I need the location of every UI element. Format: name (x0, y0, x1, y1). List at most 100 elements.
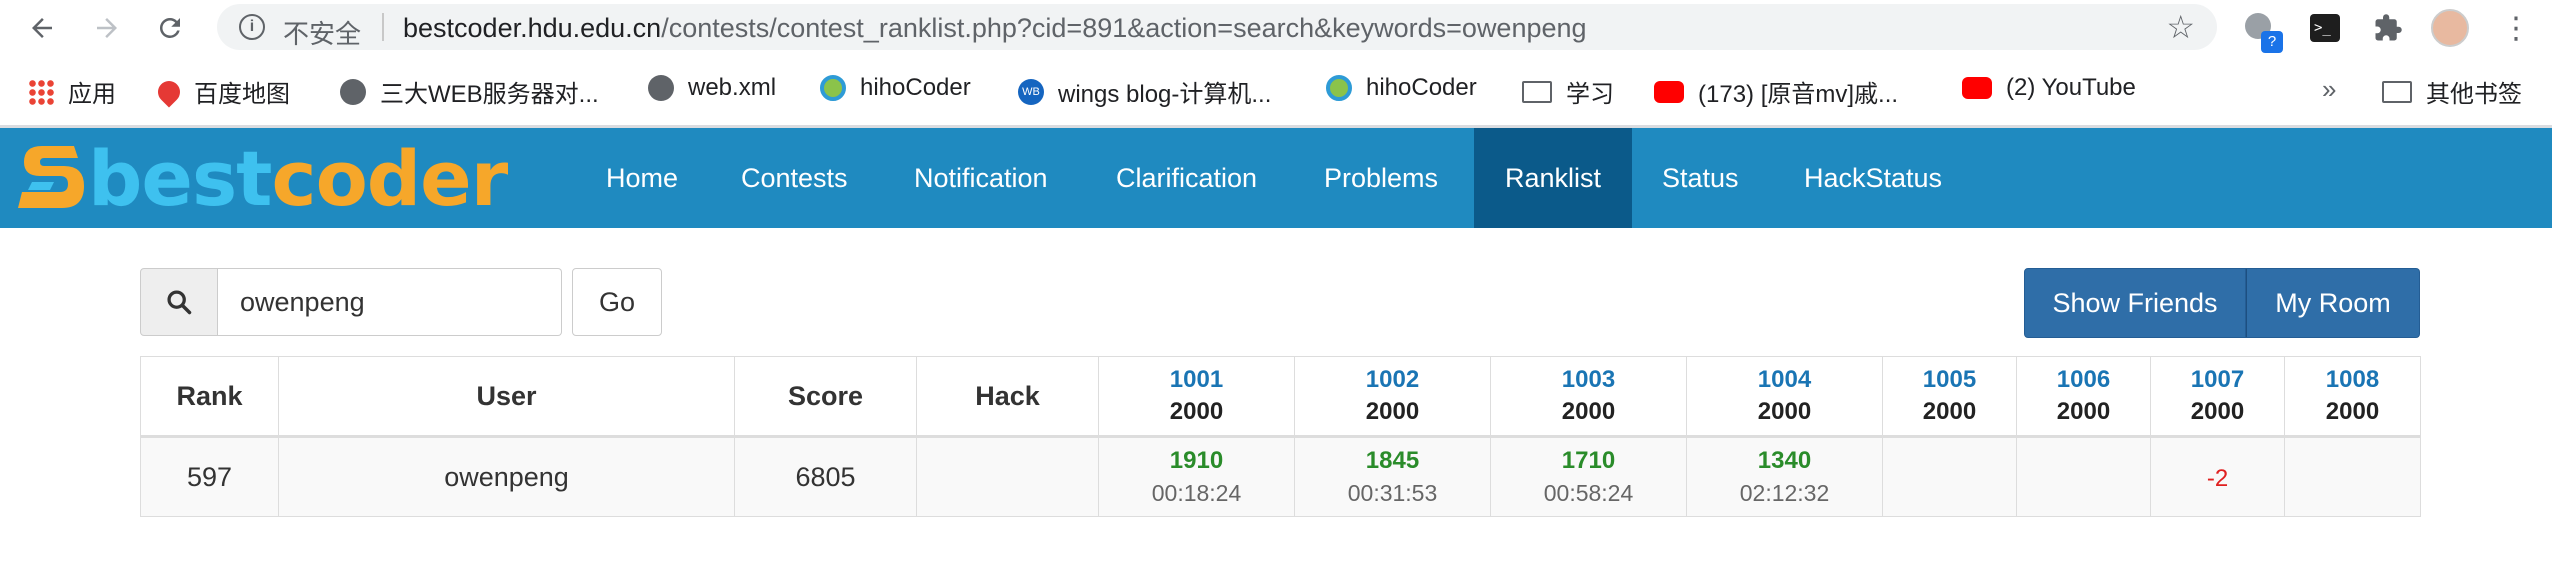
problem-score: 2000 (1561, 398, 1616, 425)
logo-text-best: best (88, 133, 273, 223)
failed-attempts: -2 (2206, 464, 2229, 492)
cell-problem-result: 1340 02:12:32 (1686, 436, 1883, 517)
search-input[interactable] (218, 268, 562, 336)
forward-icon[interactable] (87, 8, 127, 48)
accepted-time: 00:58:24 (1543, 480, 1634, 506)
header-rank: Rank (140, 356, 279, 437)
cell-user[interactable]: owenpeng (278, 436, 735, 517)
url-text[interactable]: bestcoder.hdu.edu.cn/contests/contest_ra… (403, 13, 1587, 44)
bookmark-web-xml[interactable]: web.xml (648, 74, 776, 102)
nav-hackstatus[interactable]: HackStatus (1780, 128, 1966, 228)
logo-text-coder: coder (271, 133, 509, 223)
cell-rank: 597 (140, 436, 279, 517)
header-problem: 1004 2000 (1686, 356, 1883, 437)
problem-score: 2000 (1757, 398, 1812, 425)
bookmark-label: hihoCoder (860, 74, 971, 101)
divider (382, 13, 384, 41)
info-icon[interactable]: i (239, 14, 265, 40)
nav-problems[interactable]: Problems (1300, 128, 1462, 228)
search-group: Go (140, 268, 662, 336)
show-friends-button[interactable]: Show Friends (2024, 268, 2246, 338)
insecure-label: 不安全 (283, 19, 362, 49)
problem-id-link[interactable]: 1004 (1687, 364, 1882, 396)
nav-status[interactable]: Status (1638, 128, 1763, 228)
header-hack: Hack (916, 356, 1099, 437)
bookmark-wings-blog[interactable]: WB wings blog-计算机... (1018, 74, 1271, 109)
bookmark-label: wings blog-计算机... (1058, 81, 1272, 108)
globe-icon (648, 75, 674, 101)
nav-clarification[interactable]: Clarification (1092, 128, 1281, 228)
problem-id-link[interactable]: 1007 (2151, 364, 2284, 396)
hihocoder-icon (820, 75, 846, 101)
bookmark-label: 学习 (1566, 81, 1614, 108)
bookmark-label: 其他书签 (2426, 81, 2522, 108)
accepted-time: 00:18:24 (1151, 480, 1242, 506)
cell-problem-result (2016, 436, 2151, 517)
globe-icon (340, 78, 366, 105)
profile-avatar[interactable] (2430, 8, 2470, 48)
bestcoder-logo[interactable]: bestcoder (14, 133, 509, 223)
logo-text: bestcoder (88, 133, 509, 223)
room-button-group: Show Friends My Room (2024, 268, 2420, 338)
nav-notification[interactable]: Notification (890, 128, 1072, 228)
problem-score: 2000 (1922, 398, 1977, 425)
browser-toolbar: i 不安全 bestcoder.hdu.edu.cn/contests/cont… (0, 0, 2552, 55)
other-bookmarks[interactable]: 其他书签 (2382, 74, 2522, 109)
header-problem: 1001 2000 (1098, 356, 1295, 437)
nav-ranklist[interactable]: Ranklist (1474, 128, 1632, 228)
bookmark-label: (2) YouTube (2006, 74, 2136, 101)
folder-icon (1522, 80, 1552, 103)
extension-chat-icon[interactable]: ? (2240, 8, 2283, 53)
header-problem: 1007 2000 (2150, 356, 2285, 437)
bookmark-youtube[interactable]: (2) YouTube (1962, 74, 2136, 102)
logo-mark-icon (18, 146, 84, 208)
bookmark-star-icon[interactable]: ☆ (2166, 8, 2195, 46)
header-problem: 1005 2000 (1882, 356, 2017, 437)
youtube-icon (1962, 77, 1992, 99)
problem-id-link[interactable]: 1001 (1099, 364, 1294, 396)
problem-score: 2000 (2190, 398, 2245, 425)
bookmarks-overflow-button[interactable]: » (2322, 74, 2336, 105)
url-host: bestcoder.hdu.edu.cn (403, 13, 662, 43)
folder-icon (2382, 80, 2412, 103)
accepted-score: 1340 (1757, 447, 1812, 474)
bookmark-folder-study[interactable]: 学习 (1522, 74, 1614, 109)
header-score: Score (734, 356, 917, 437)
accepted-score: 1910 (1169, 447, 1224, 474)
cell-hack (916, 436, 1099, 517)
accepted-score: 1845 (1365, 447, 1420, 474)
cell-problem-result: 1845 00:31:53 (1294, 436, 1491, 517)
my-room-button[interactable]: My Room (2246, 268, 2420, 338)
nav-contests[interactable]: Contests (717, 128, 872, 228)
back-icon[interactable] (22, 8, 62, 48)
bookmark-hihocoder-2[interactable]: hihoCoder (1326, 74, 1477, 102)
problem-id-link[interactable]: 1003 (1491, 364, 1686, 396)
bookmarks-bar: 应用 百度地图 三大WEB服务器对... web.xml hihoCoder W… (0, 66, 2552, 112)
problem-id-link[interactable]: 1005 (1883, 364, 2016, 396)
url-path: /contests/contest_ranklist.php?cid=891&a… (661, 13, 1587, 43)
cell-score: 6805 (734, 436, 917, 517)
bookmark-baidu-map[interactable]: 百度地图 (153, 74, 290, 109)
bookmark-label: hihoCoder (1366, 74, 1477, 101)
problem-id-link[interactable]: 1008 (2285, 364, 2420, 396)
hihocoder-icon (1326, 75, 1352, 101)
bookmark-hihocoder[interactable]: hihoCoder (820, 74, 971, 102)
cell-problem-result: 1710 00:58:24 (1490, 436, 1687, 517)
nav-home[interactable]: Home (582, 128, 702, 228)
cell-problem-result: 1910 00:18:24 (1098, 436, 1295, 517)
problem-score: 2000 (1169, 398, 1224, 425)
terminal-extension-icon[interactable]: >_ (2305, 8, 2345, 48)
bookmark-label: 百度地图 (194, 81, 290, 108)
bookmark-label: 三大WEB服务器对... (380, 81, 599, 108)
address-bar[interactable]: i 不安全 bestcoder.hdu.edu.cn/contests/cont… (217, 4, 2217, 50)
bookmark-apps[interactable]: 应用 (28, 74, 116, 109)
extensions-puzzle-icon[interactable] (2368, 8, 2408, 48)
problem-id-link[interactable]: 1006 (2017, 364, 2150, 396)
reload-icon[interactable] (150, 8, 190, 48)
go-button[interactable]: Go (572, 268, 662, 336)
wb-icon: WB (1018, 78, 1044, 105)
bookmark-web-servers[interactable]: 三大WEB服务器对... (340, 74, 599, 109)
bookmark-youtube-mv[interactable]: (173) [原音mv]戚... (1654, 74, 1898, 109)
problem-id-link[interactable]: 1002 (1295, 364, 1490, 396)
menu-kebab-icon[interactable]: ⋮ (2496, 8, 2536, 48)
